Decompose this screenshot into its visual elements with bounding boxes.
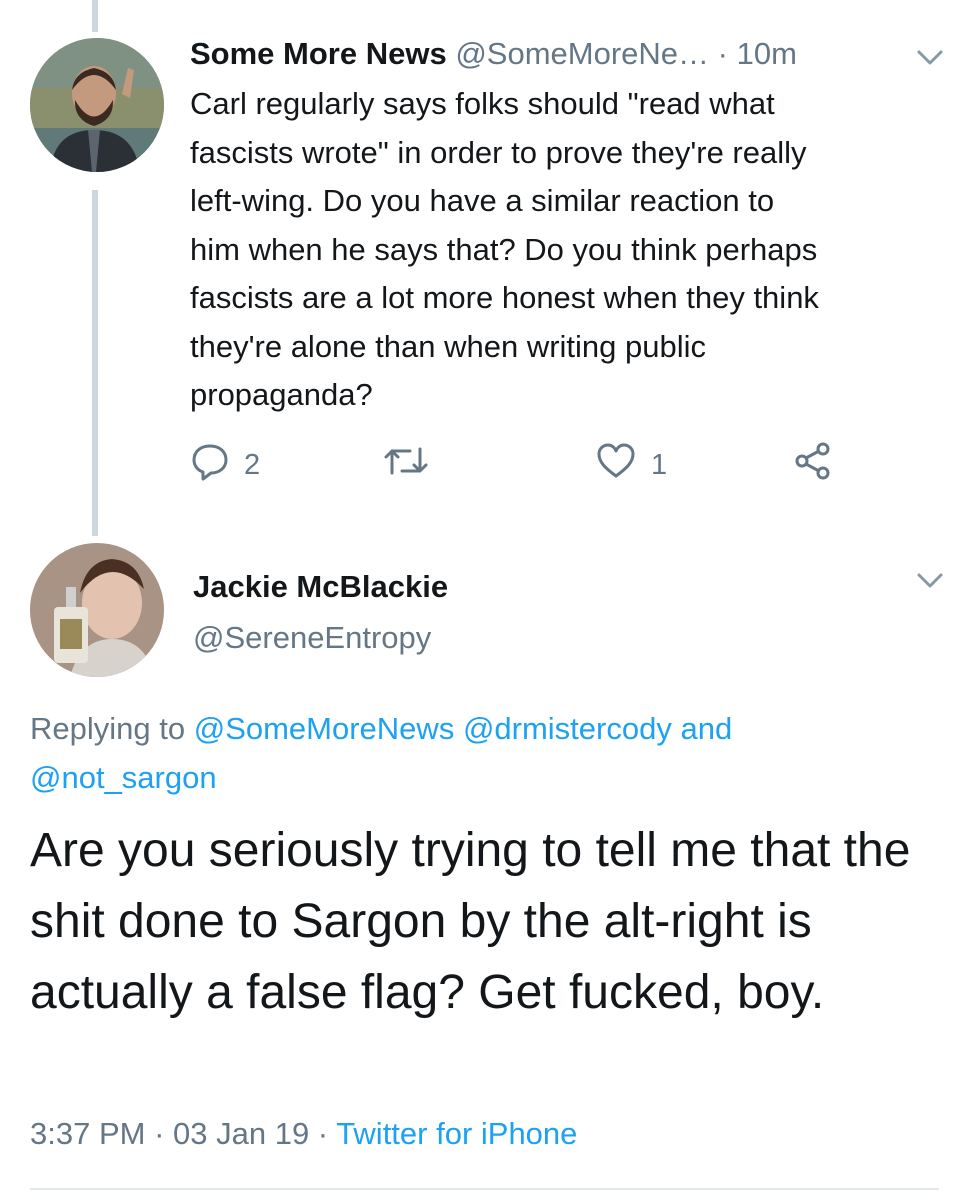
divider (30, 1188, 939, 1190)
replying-to: Replying to @SomeMoreNews @drmistercody … (30, 704, 950, 802)
meta-separator: · (309, 1116, 337, 1151)
avatar[interactable] (30, 543, 164, 677)
like-count: 1 (651, 448, 668, 481)
chevron-down-icon[interactable] (916, 49, 944, 72)
retweet-button[interactable] (382, 440, 430, 490)
tweet-header: Some More News @SomeMoreNe… · 10m (190, 32, 950, 76)
reply-icon (190, 441, 230, 489)
timestamp[interactable]: 10m (737, 36, 797, 71)
tweet-date: 03 Jan 19 (173, 1116, 310, 1151)
meta-separator: · (145, 1116, 174, 1151)
display-name[interactable]: Some More News (190, 36, 447, 71)
handle[interactable]: @SomeMoreNe… (455, 36, 709, 71)
reply-button[interactable]: 2 (190, 440, 260, 490)
mention-link[interactable]: @SomeMoreNews (194, 711, 455, 746)
display-name[interactable]: Jackie McBlackie (193, 565, 448, 609)
tweet-text: Carl regularly says folks should "read w… (190, 86, 819, 412)
retweet-icon (382, 441, 430, 489)
replying-prefix: Replying to (30, 711, 194, 746)
mention-link[interactable]: @drmistercody (463, 711, 672, 746)
like-button[interactable]: 1 (595, 440, 667, 490)
tweet-time: 3:37 PM (30, 1116, 146, 1151)
thread-connector (92, 190, 98, 536)
tweet-meta: 3:37 PM · 03 Jan 19 · Twitter for iPhone (30, 1112, 577, 1156)
source-link[interactable]: Twitter for iPhone (336, 1116, 577, 1151)
chevron-down-icon[interactable] (916, 572, 944, 595)
like-icon (595, 441, 637, 489)
separator: · (709, 36, 737, 71)
thread-connector-top (92, 0, 98, 32)
share-icon (793, 441, 833, 489)
mention-link[interactable]: @not_sargon (30, 760, 217, 795)
share-button[interactable] (793, 440, 833, 490)
and-others-link[interactable]: and (672, 711, 732, 746)
reply-count: 2 (244, 448, 261, 481)
tweet-text: Are you seriously trying to tell me that… (30, 824, 911, 1019)
handle[interactable]: @SereneEntropy (193, 616, 431, 660)
avatar[interactable] (30, 38, 164, 172)
action-bar: 2 1 (190, 440, 870, 490)
